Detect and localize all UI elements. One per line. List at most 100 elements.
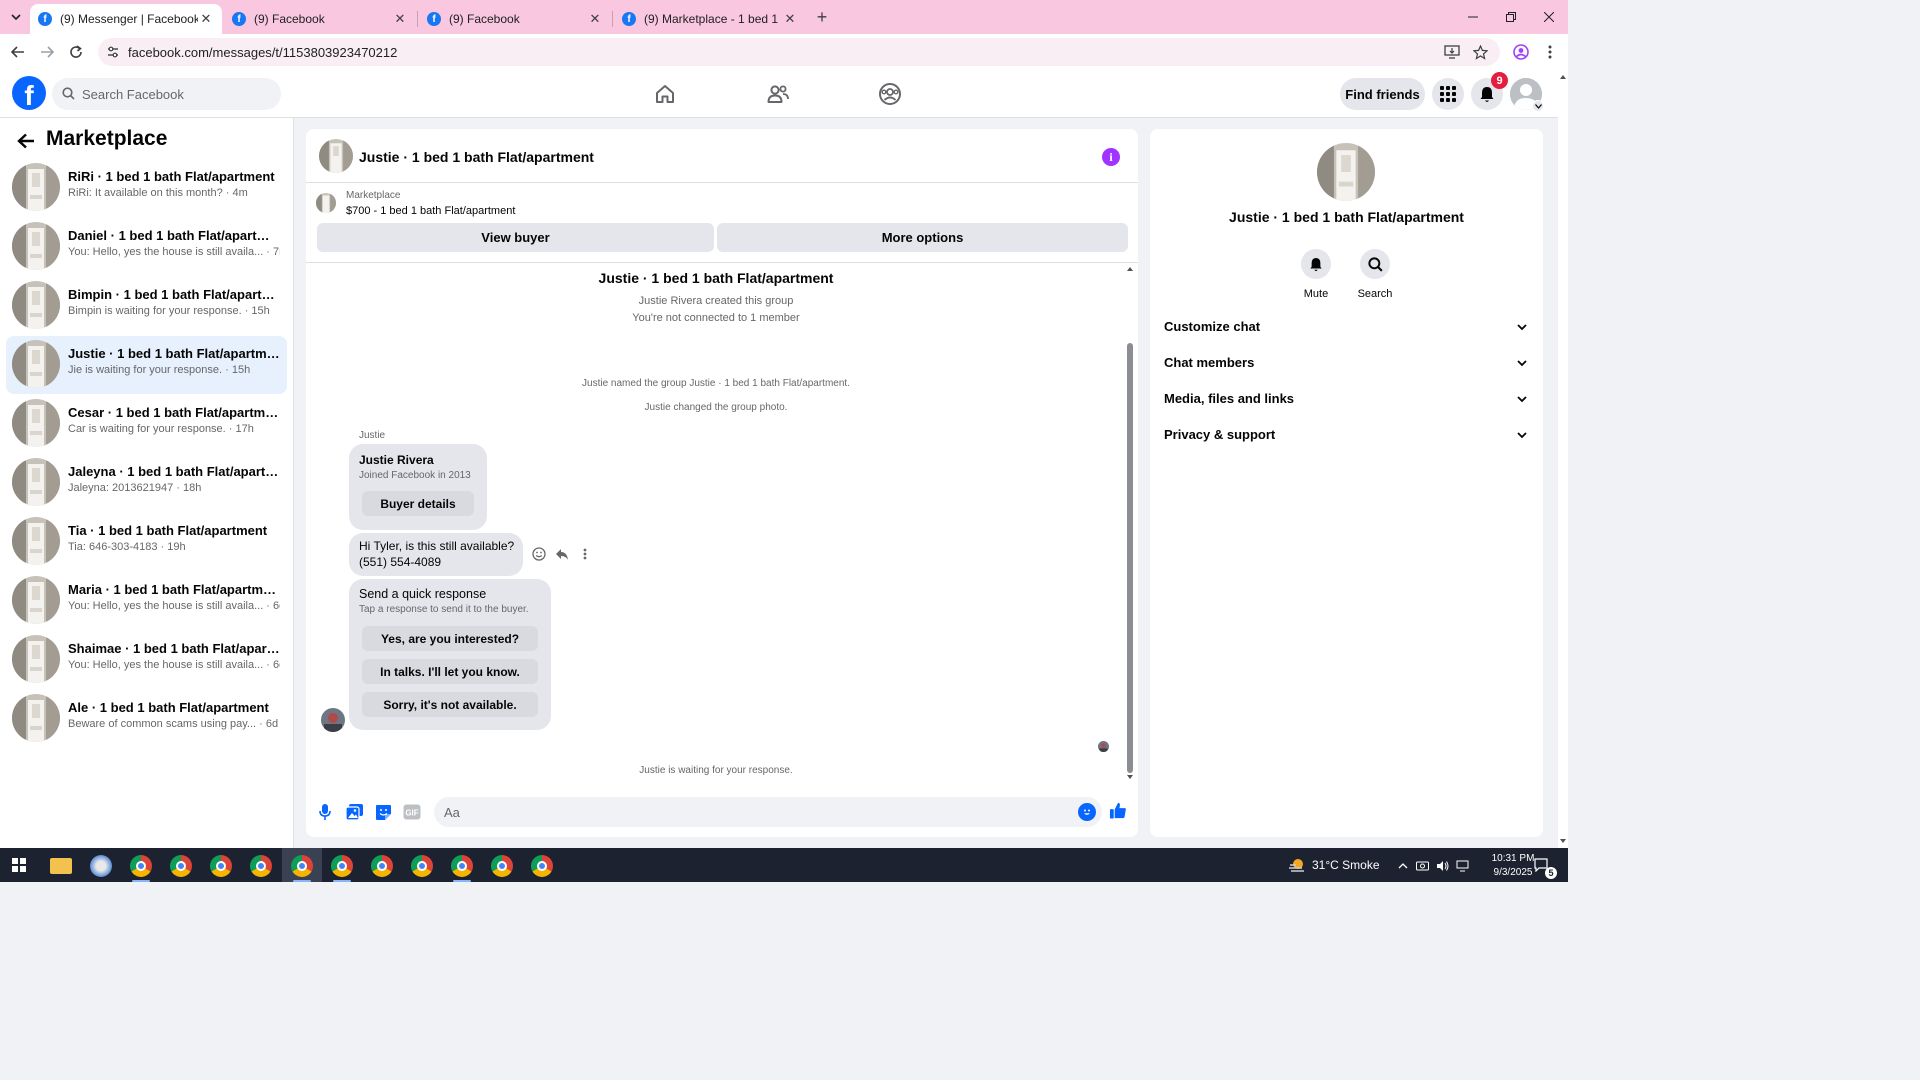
site-info-icon[interactable] [106, 45, 120, 59]
file-explorer-icon[interactable] [50, 858, 72, 874]
url-text[interactable]: facebook.com/messages/t/1153803923470212 [128, 45, 397, 60]
chat-members-section[interactable]: Chat members [1150, 345, 1543, 381]
chrome-icon[interactable] [491, 855, 513, 877]
privacy-support-section[interactable]: Privacy & support [1150, 417, 1543, 453]
conversation-item[interactable]: Maria · 1 bed 1 bath Flat/apartment You: … [6, 572, 287, 630]
facebook-logo-icon[interactable]: f [12, 76, 46, 110]
forward-arrow-icon[interactable] [37, 42, 57, 62]
chrome-icon[interactable] [291, 855, 313, 877]
photo-gallery-icon[interactable] [345, 803, 363, 821]
conversation-avatar [12, 222, 60, 270]
search-in-conversation-button[interactable]: Search [1345, 249, 1405, 300]
gif-icon[interactable]: GIF [403, 803, 421, 821]
chrome-icon[interactable] [170, 855, 192, 877]
chrome-icon[interactable] [371, 855, 393, 877]
back-arrow-icon[interactable] [8, 42, 28, 62]
close-tab-icon[interactable]: ✕ [392, 11, 408, 27]
view-buyer-button[interactable]: View buyer [317, 223, 714, 252]
browser-menu-icon[interactable] [1540, 42, 1560, 62]
home-icon[interactable] [652, 81, 678, 107]
quick-response-in-talks-button[interactable]: In talks. I'll let you know. [362, 659, 538, 684]
tab-search-icon[interactable] [6, 7, 26, 27]
search-input[interactable] [82, 78, 272, 110]
quick-response-yes-button[interactable]: Yes, are you interested? [362, 626, 538, 651]
chrome-icon[interactable] [250, 855, 272, 877]
sticker-icon[interactable] [374, 803, 392, 821]
url-bar[interactable]: facebook.com/messages/t/1153803923470212 [98, 38, 1500, 66]
account-menu-chevron-icon[interactable] [1532, 100, 1544, 112]
conversation-item[interactable]: Cesar · 1 bed 1 bath Flat/apartment Car i… [6, 395, 287, 453]
chrome-icon[interactable] [210, 855, 232, 877]
conversation-item[interactable]: Justie · 1 bed 1 bath Flat/apartment Jie … [6, 336, 287, 394]
weather-icon[interactable] [1288, 857, 1306, 873]
chat-avatar[interactable] [319, 139, 353, 173]
minimize-window-button[interactable] [1462, 6, 1484, 28]
listing-thumbnail[interactable] [316, 193, 336, 213]
chrome-icon[interactable] [411, 855, 433, 877]
more-actions-icon[interactable] [577, 546, 593, 562]
like-thumbs-up-icon[interactable] [1109, 801, 1127, 819]
app-icon[interactable] [90, 855, 112, 877]
browser-tab-facebook-1[interactable]: f (9) Facebook ✕ [224, 4, 416, 34]
chrome-icon[interactable] [130, 855, 152, 877]
chevron-up-icon[interactable] [1396, 859, 1409, 872]
close-window-button[interactable] [1538, 6, 1560, 28]
install-app-icon[interactable] [1444, 44, 1460, 60]
chrome-profile-icon[interactable] [1511, 42, 1531, 62]
search-icon[interactable] [1360, 249, 1390, 279]
chrome-icon[interactable] [331, 855, 353, 877]
emoji-picker-icon[interactable] [1078, 803, 1096, 821]
more-options-button[interactable]: More options [717, 223, 1128, 252]
conversation-item[interactable]: Daniel · 1 bed 1 bath Flat/apartment You:… [6, 218, 287, 276]
groups-icon[interactable] [877, 81, 903, 107]
reload-icon[interactable] [66, 42, 86, 62]
chrome-icon[interactable] [531, 855, 553, 877]
speaker-volume-icon[interactable] [1436, 859, 1449, 872]
windows-start-icon[interactable] [12, 858, 26, 872]
conversation-item[interactable]: Shaimae · 1 bed 1 bath Flat/apartm... You… [6, 631, 287, 689]
microphone-icon[interactable] [316, 803, 334, 821]
facebook-favicon-icon: f [38, 12, 52, 26]
network-icon[interactable] [1456, 859, 1469, 872]
chat-scrollbar-thumb[interactable] [1127, 343, 1133, 773]
quick-response-unavailable-button[interactable]: Sorry, it's not available. [362, 692, 538, 717]
message-bubble[interactable]: Hi Tyler, is this still available? (551)… [349, 533, 523, 576]
close-tab-icon[interactable]: ✕ [782, 11, 798, 27]
conversation-item[interactable]: Bimpin · 1 bed 1 bath Flat/apartment Bimp… [6, 277, 287, 335]
conversation-item[interactable]: RiRi · 1 bed 1 bath Flat/apartment RiRi: … [6, 159, 287, 217]
camera-icon[interactable] [1416, 859, 1429, 872]
conversation-info-icon[interactable]: i [1102, 148, 1120, 166]
chrome-icon[interactable] [451, 855, 473, 877]
sender-avatar[interactable] [321, 708, 345, 732]
browser-tab-facebook-2[interactable]: f (9) Facebook ✕ [419, 4, 611, 34]
message-input-box[interactable] [434, 797, 1102, 827]
weather-text[interactable]: 31°C Smoke [1312, 858, 1380, 872]
bookmark-star-icon[interactable] [1472, 44, 1488, 60]
close-tab-icon[interactable]: ✕ [587, 11, 603, 27]
listing-price-title[interactable]: $700 - 1 bed 1 bath Flat/apartment [346, 205, 515, 217]
mute-button[interactable]: Mute [1286, 249, 1346, 300]
close-tab-icon[interactable]: ✕ [198, 11, 214, 27]
message-input[interactable] [444, 797, 1064, 827]
conversation-item[interactable]: Ale · 1 bed 1 bath Flat/apartment Beware … [6, 690, 287, 748]
chat-title[interactable]: Justie · 1 bed 1 bath Flat/apartment [359, 149, 594, 165]
media-files-links-section[interactable]: Media, files and links [1150, 381, 1543, 417]
bell-icon[interactable] [1301, 249, 1331, 279]
reply-arrow-icon[interactable] [554, 546, 570, 562]
customize-chat-section[interactable]: Customize chat [1150, 309, 1543, 345]
restore-window-button[interactable] [1500, 6, 1522, 28]
back-arrow-icon[interactable] [16, 131, 36, 151]
facebook-search-box[interactable] [52, 78, 281, 110]
browser-tab-marketplace[interactable]: f (9) Marketplace - 1 bed 1 bath F ✕ [614, 4, 806, 34]
friends-icon[interactable] [765, 81, 791, 107]
conversation-item[interactable]: Tia · 1 bed 1 bath Flat/apartment Tia: 64… [6, 513, 287, 571]
browser-tab-messenger[interactable]: f (9) Messenger | Facebook ✕ [30, 4, 222, 34]
page-scrollbar[interactable] [1558, 70, 1568, 848]
group-avatar[interactable] [1317, 143, 1375, 201]
conversation-item[interactable]: Jaleyna · 1 bed 1 bath Flat/apartme... Ja… [6, 454, 287, 512]
new-tab-button[interactable]: + [812, 7, 832, 27]
find-friends-button[interactable]: Find friends [1340, 78, 1425, 110]
menu-grid-icon[interactable] [1432, 78, 1464, 110]
buyer-details-button[interactable]: Buyer details [362, 491, 474, 516]
react-smiley-icon[interactable] [531, 546, 547, 562]
